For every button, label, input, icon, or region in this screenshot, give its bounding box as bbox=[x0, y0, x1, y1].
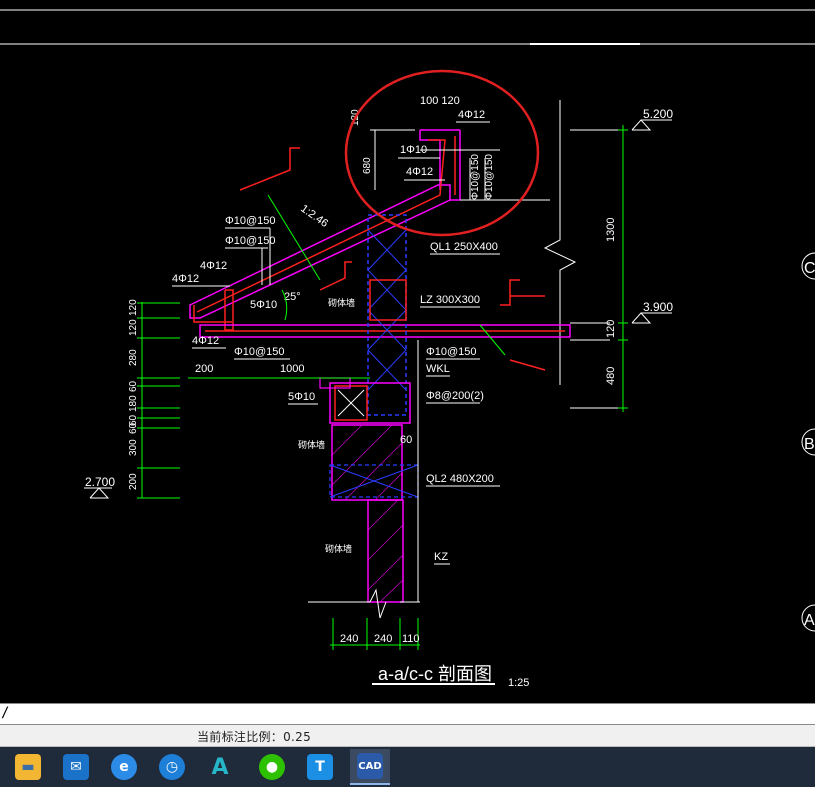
dim-120-right: 120 bbox=[605, 320, 617, 338]
label-dim-60: 60 bbox=[400, 434, 412, 446]
label-wkl: WKL bbox=[426, 363, 450, 375]
elevation-5200: 5.200 bbox=[643, 107, 673, 121]
dim-240-b: 240 bbox=[374, 633, 392, 645]
annotation-scale-status: 当前标注比例：0.25 bbox=[197, 730, 312, 744]
taskbar-autocad[interactable]: A bbox=[200, 749, 240, 785]
taskbar-edge[interactable]: e bbox=[104, 749, 144, 785]
left-dim-7: 60 bbox=[128, 422, 139, 434]
taskbar-text-app[interactable]: T bbox=[300, 749, 340, 785]
edge-browser-icon: e bbox=[111, 754, 137, 780]
dim-110: 110 bbox=[402, 633, 420, 645]
elevation-2700: 2.700 bbox=[85, 475, 115, 489]
left-dim-9: 200 bbox=[128, 473, 139, 490]
label-phi8-200: Φ8@200(2) bbox=[426, 390, 484, 402]
label-rebar-4phi12-mid: 4Φ12 bbox=[406, 166, 433, 178]
section-title: a-a/c-c 剖面图 bbox=[378, 664, 492, 684]
dim-200: 200 bbox=[195, 363, 213, 375]
label-phi10-150-d: Φ10@150 bbox=[426, 346, 477, 358]
left-dim-2: 120 bbox=[128, 319, 139, 336]
clock-app-icon: ◷ bbox=[159, 754, 185, 780]
label-rebar-5phi10-b: 5Φ10 bbox=[288, 391, 315, 403]
dim-240-a: 240 bbox=[340, 633, 358, 645]
label-ql2: QL2 480X200 bbox=[426, 473, 494, 485]
cad-viewer-icon: CAD bbox=[357, 753, 383, 779]
label-lz: LZ 300X300 bbox=[420, 294, 480, 306]
grid-b-label: B bbox=[804, 436, 815, 453]
taskbar-clock[interactable]: ◷ bbox=[152, 749, 192, 785]
text-app-icon: T bbox=[307, 754, 333, 780]
label-wall-2: 砌体墙 bbox=[298, 439, 325, 450]
elevation-3900: 3.900 bbox=[643, 300, 673, 314]
grid-a-label: A bbox=[804, 612, 815, 629]
grid-c-label: C bbox=[804, 260, 815, 277]
label-stirrup-right-1: Φ10@150 bbox=[470, 154, 481, 200]
label-slope-ratio: 1:2.46 bbox=[298, 203, 330, 230]
label-rebar-4phi12-bottom: 4Φ12 bbox=[192, 335, 219, 347]
label-wall-1: 砌体墙 bbox=[328, 297, 355, 308]
left-dim-8: 300 bbox=[128, 439, 139, 456]
dim-1300: 1300 bbox=[605, 218, 617, 242]
taskbar-mail[interactable]: ✉ bbox=[56, 749, 96, 785]
label-phi10-150-c: Φ10@150 bbox=[234, 346, 285, 358]
left-dim-1: 120 bbox=[128, 299, 139, 316]
left-dim-3: 280 bbox=[128, 349, 139, 366]
wechat-icon: ● bbox=[259, 754, 285, 780]
taskbar-cad-viewer[interactable]: CAD bbox=[350, 749, 390, 785]
status-bar: 当前标注比例：0.25 bbox=[0, 725, 815, 747]
label-ql1: QL1 250X400 bbox=[430, 241, 498, 253]
autocad-icon: A bbox=[211, 754, 229, 780]
label-phi10-150-a: Φ10@150 bbox=[225, 215, 276, 227]
dim-1000: 1000 bbox=[280, 363, 304, 375]
windows-taskbar: ▬ ✉ e ◷ A ● T CAD bbox=[0, 747, 815, 787]
label-rebar-4phi12-top: 4Φ12 bbox=[458, 109, 485, 121]
label-rebar-4phi12-left2: 4Φ12 bbox=[172, 273, 199, 285]
left-dim-4: 60 bbox=[128, 380, 139, 392]
cad-drawing-canvas[interactable]: C B A 1300 120 480 5.200 3.900 2.700 120… bbox=[0, 0, 815, 703]
mail-icon: ✉ bbox=[63, 754, 89, 780]
left-dim-5: 180 bbox=[128, 395, 139, 412]
command-line-text: / bbox=[1, 705, 10, 721]
command-line[interactable]: / bbox=[0, 703, 815, 725]
label-dim-100-120: 100 120 bbox=[420, 95, 460, 107]
section-drawing: C B A 1300 120 480 5.200 3.900 2.700 120… bbox=[0, 9, 815, 689]
label-wall-3: 砌体墙 bbox=[325, 543, 352, 554]
label-kz: KZ bbox=[434, 551, 448, 563]
label-stirrup-right-2: Φ10@150 bbox=[484, 154, 495, 200]
taskbar-wechat[interactable]: ● bbox=[252, 749, 292, 785]
file-explorer-icon: ▬ bbox=[15, 754, 41, 780]
dim-480-right: 480 bbox=[605, 367, 617, 385]
scale-label: 1:25 bbox=[508, 677, 529, 689]
label-rebar-5phi10: 5Φ10 bbox=[250, 299, 277, 311]
label-rebar-4phi12-left: 4Φ12 bbox=[200, 260, 227, 272]
label-dim-680: 680 bbox=[362, 157, 373, 174]
label-phi10-150-b: Φ10@150 bbox=[225, 235, 276, 247]
taskbar-file-explorer[interactable]: ▬ bbox=[8, 749, 48, 785]
